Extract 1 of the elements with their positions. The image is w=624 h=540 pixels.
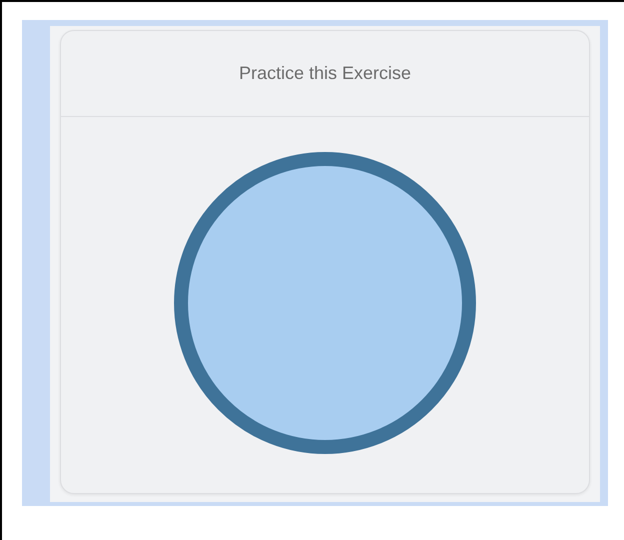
- card-title: Practice this Exercise: [238, 62, 412, 85]
